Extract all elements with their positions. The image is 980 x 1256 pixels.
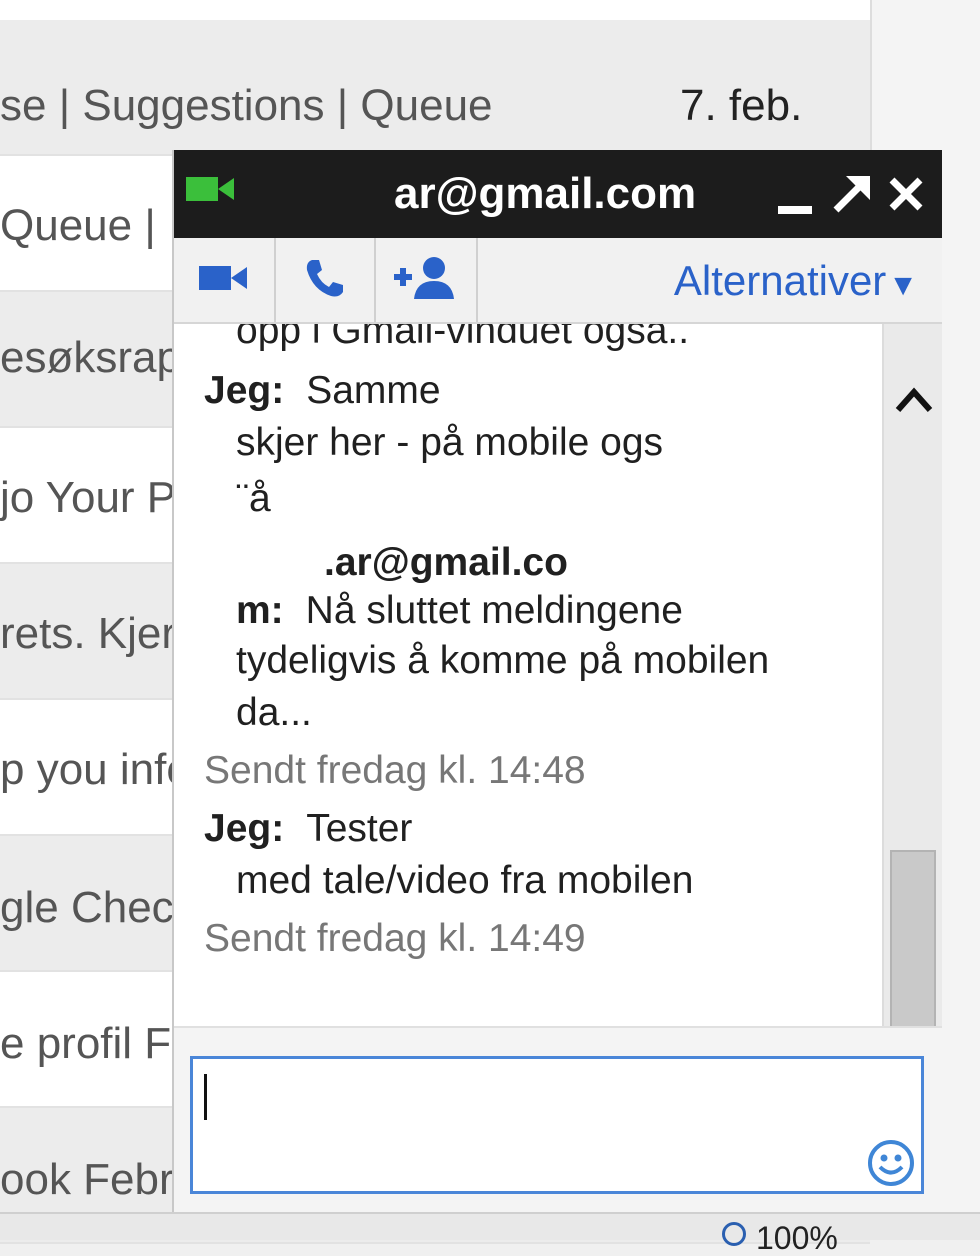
add-person-icon (394, 255, 460, 306)
chevron-up-icon[interactable] (894, 380, 934, 420)
chat-title: ar@gmail.com (394, 169, 694, 218)
message-text: med tale/video fra mobilen (236, 859, 694, 902)
message-text: Samme (306, 369, 441, 412)
message-sender: .ar@gmail.co (324, 541, 568, 584)
chat-message-input[interactable] (190, 1056, 924, 1194)
popout-icon[interactable] (830, 170, 874, 218)
scroll-thumb[interactable] (890, 850, 936, 1030)
message-text: Nå sluttet meldingene (305, 589, 683, 632)
close-icon[interactable] (884, 170, 928, 218)
message-first-line: Jeg: Samme (204, 366, 441, 416)
phone-icon (303, 256, 347, 305)
message-sender: Jeg: (204, 807, 285, 850)
minimize-icon[interactable] (774, 170, 818, 218)
video-call-button[interactable] (174, 238, 276, 322)
chat-scrollbar[interactable] (882, 324, 942, 1113)
message-text: da... (236, 691, 312, 734)
message-timestamp: Sendt fredag kl. 14:49 (204, 917, 586, 960)
text-caret (204, 1074, 207, 1120)
message-text: Tester (306, 807, 413, 850)
video-icon (199, 261, 249, 300)
add-person-button[interactable] (378, 238, 478, 322)
chevron-down-icon: ▼ (888, 269, 918, 302)
inbox-row[interactable]: se | Suggestions | Queue / 7. feb. (0, 20, 870, 156)
message-text: skjer her - på mobile ogs (236, 421, 664, 464)
message-text: opp i Gmail-vinduet også.. (236, 324, 690, 352)
inbox-row-subject: se | Suggestions | Queue / (0, 81, 500, 130)
chat-compose-area (174, 1026, 942, 1212)
inbox-row-date: 7. feb. (680, 81, 803, 130)
message-sender: m: (236, 589, 284, 632)
options-label: Alternativer (673, 257, 887, 304)
message-first-line: m: Nå sluttet meldingene (236, 586, 683, 636)
message-first-line: Jeg: Tester (204, 804, 412, 854)
chat-window: ar@gmail.com Alternativer▼ opp i Gmail-v… (172, 150, 942, 1212)
message-sender: Jeg: (204, 369, 285, 412)
zoom-icon[interactable] (722, 1222, 746, 1246)
options-menu[interactable]: Alternativer▼ (674, 256, 918, 311)
zoom-level[interactable]: 100% (756, 1220, 838, 1256)
video-icon (186, 174, 236, 209)
chat-toolbar: Alternativer▼ (174, 238, 942, 324)
chat-titlebar[interactable]: ar@gmail.com (174, 150, 942, 238)
status-bar: 100% (0, 1212, 980, 1256)
chat-message-list: opp i Gmail-vinduet også.. Jeg: Samme skj… (174, 324, 882, 1026)
message-text: ¨å (236, 477, 271, 520)
smiley-icon[interactable] (866, 1138, 916, 1193)
message-text: tydeligvis å komme på mobilen (236, 639, 770, 682)
message-timestamp: Sendt fredag kl. 14:48 (204, 749, 586, 792)
voice-call-button[interactable] (276, 238, 376, 322)
